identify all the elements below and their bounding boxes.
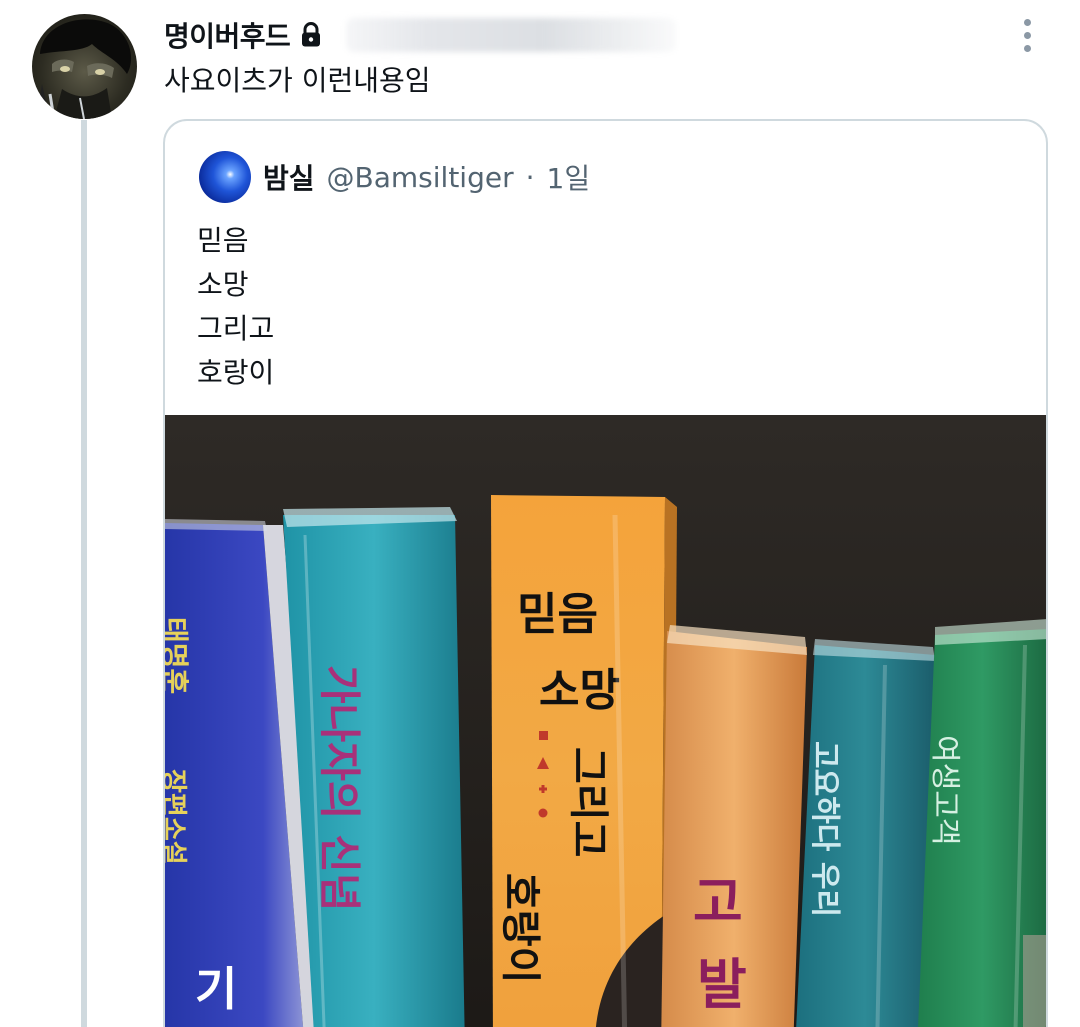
spine-text-right: 여생고객 bbox=[927, 735, 962, 845]
quoted-display-name[interactable]: 밤실 bbox=[263, 157, 315, 197]
quoted-handle[interactable]: @Bamsiltiger bbox=[327, 161, 514, 194]
blurred-handle bbox=[346, 18, 677, 52]
avatar[interactable] bbox=[32, 14, 137, 119]
avatar-illustration bbox=[36, 19, 132, 119]
bookshelf-photo: 태명훈 장편소설 기 가나자의 신념 믿음 소망 그리고 호랑이 고 발 고요하… bbox=[165, 415, 1046, 1027]
lock-icon bbox=[300, 22, 322, 48]
spine-text-left: 장편소설 bbox=[165, 769, 188, 865]
author-display-name[interactable]: 명이버후드 bbox=[164, 15, 291, 55]
quoted-line: 믿음 bbox=[197, 224, 249, 257]
spine-text-right: 고요하다 우리 bbox=[807, 741, 842, 917]
tweet-text: 사요이츠가 이런내용임 bbox=[164, 64, 431, 97]
spine-text-center: 가나자의 신념 bbox=[315, 665, 364, 911]
spine-vertical-text: 그리고 bbox=[565, 747, 611, 857]
more-icon[interactable] bbox=[1012, 14, 1042, 56]
thread-line bbox=[81, 120, 87, 1027]
quoted-line: 호랑이 bbox=[197, 356, 275, 389]
quoted-line: 소망 bbox=[197, 268, 249, 301]
spine-title-word: 소망 bbox=[539, 665, 620, 716]
spine-text-left: 태명훈 bbox=[165, 617, 191, 694]
spine-vertical-text: 호랑이 bbox=[497, 873, 543, 983]
tweet-header: 명이버후드 bbox=[164, 14, 677, 56]
separator-dot: · bbox=[525, 160, 535, 194]
quoted-tweet-header: 밤실 @Bamsiltiger · 1일 bbox=[199, 149, 590, 205]
quoted-tweet-text: 믿음 소망 그리고 호랑이 bbox=[197, 219, 274, 395]
spine-text-center: 고 bbox=[693, 871, 743, 934]
spine-text-left: 기 bbox=[195, 962, 237, 1016]
quoted-timestamp[interactable]: 1일 bbox=[547, 157, 591, 197]
spine-text-center: 발 bbox=[697, 953, 747, 1016]
tweet: 명이버후드 사요이츠가 이런내용임 밤실 @Bamsiltiger · 1일 믿… bbox=[0, 0, 1080, 1027]
quoted-tweet-card[interactable]: 밤실 @Bamsiltiger · 1일 믿음 소망 그리고 호랑이 태명훈 장… bbox=[163, 119, 1048, 1027]
quoted-photo[interactable]: 태명훈 장편소설 기 가나자의 신념 믿음 소망 그리고 호랑이 고 발 고요하… bbox=[165, 415, 1046, 1027]
quoted-avatar[interactable] bbox=[199, 151, 251, 203]
spine-title-word: 믿음 bbox=[517, 589, 598, 640]
quoted-line: 그리고 bbox=[197, 312, 275, 345]
